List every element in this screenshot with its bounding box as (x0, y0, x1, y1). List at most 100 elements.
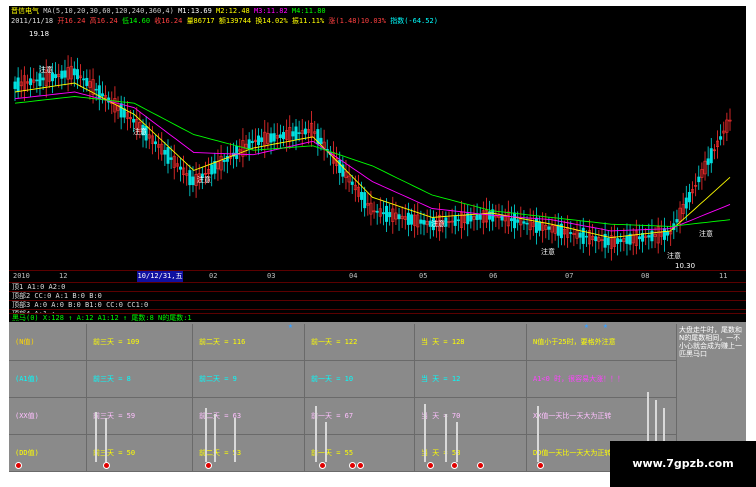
candle-body (16, 77, 20, 92)
candle-body (581, 227, 585, 244)
candle-body (525, 222, 529, 225)
stats-row-xx: (XX值) 前三天 = 59 前二天 = 63 前一天 = 67 当 天 = 7… (9, 398, 677, 435)
candle-body (319, 137, 323, 145)
candle-body (163, 149, 167, 155)
ma-m2-value: M2:12.48 (216, 7, 250, 15)
candle-body (647, 235, 651, 238)
candle-body (513, 212, 517, 229)
cell-note: A1<0 时，很容易大涨！！！ (527, 361, 677, 398)
attention-label: 注意 (197, 175, 211, 184)
attention-label: 注意 (699, 229, 713, 238)
stock-name[interactable]: 晋信电气 (11, 7, 39, 15)
candle-body (475, 214, 479, 221)
candle-body (350, 181, 354, 185)
histogram-bar (214, 414, 216, 462)
candle-body (29, 78, 33, 86)
chart-header-line2: 2011/11/18 开16.24 高16.24 低14.60 收16.24 量… (11, 17, 438, 26)
candle-body (594, 236, 598, 242)
time-label: 05 (419, 272, 428, 280)
candle-body (94, 88, 98, 91)
candle-body (706, 158, 710, 165)
candle-body (453, 215, 457, 226)
indicator-top1: 顶1 A1:0 A2:0 (9, 282, 746, 291)
histogram-bar (445, 414, 447, 462)
candle-body (154, 141, 158, 145)
time-label: 07 (565, 272, 574, 280)
candle-body (684, 197, 688, 209)
histogram-bar (95, 412, 97, 462)
candle-body (75, 69, 79, 80)
candle-body (381, 212, 385, 215)
cell-note: N值小于25时，要格外注意 (527, 324, 677, 361)
signal-dot (451, 462, 458, 469)
candle-body (41, 77, 45, 81)
candle-body (250, 140, 254, 144)
signal-dot (427, 462, 434, 469)
candle-body (625, 235, 629, 244)
candle-body (60, 70, 64, 79)
candle-body (606, 237, 610, 246)
candle-body (637, 236, 641, 240)
candle-body (578, 232, 582, 238)
signal-dot (103, 462, 110, 469)
candle-body (406, 212, 410, 225)
histogram-bar (456, 422, 458, 462)
candle-body (38, 73, 42, 87)
indicator-darkhorse: 黑马(0) X:128 ↑ A:12 A1:12 ↑ 尾数:8 N的尾数:1 (9, 313, 746, 322)
candle-body (478, 214, 482, 220)
candle-body (556, 224, 560, 236)
candle-body (619, 239, 623, 243)
candle-body (422, 220, 426, 225)
quote-close: 收16.24 (154, 17, 183, 25)
signal-dot (349, 462, 356, 469)
candle-body (188, 170, 192, 186)
cell-day1: 前一天 = 122 (305, 324, 415, 361)
quote-high: 高16.24 (89, 17, 118, 25)
candle-body (178, 166, 182, 170)
stats-row-n: (N值) 前三天 = 109 前二天 = 116 前一天 = 122 当 天 =… (9, 324, 677, 361)
attention-label: 注意 (39, 65, 53, 74)
candle-body (522, 221, 526, 224)
signal-dot (205, 462, 212, 469)
cell-day2: 前二天 = 63 (193, 398, 305, 435)
histogram-bar (205, 408, 207, 462)
ma-m3-value: M3:11.82 (253, 7, 288, 15)
high-price-label: 19.18 (29, 30, 49, 38)
signal-dot (357, 462, 364, 469)
attention-label: 注意 (541, 247, 555, 256)
quote-date: 2011/11/18 (11, 17, 54, 25)
row-label: (N值) (9, 324, 87, 361)
time-axis: 2010 12 10/12/31,五 02 03 04 05 06 07 08 … (9, 270, 746, 282)
candle-body (538, 221, 542, 231)
time-label: 08 (641, 272, 650, 280)
attention-label: 注意 (667, 251, 681, 260)
cell-day1: 前一天 = 10 (305, 361, 415, 398)
candle-body (257, 135, 261, 146)
histogram-bar (234, 418, 236, 462)
indicator-top3: 顶部3 A:0 A:0 B:0 B1:0 CC:0 CC1:0 (9, 300, 746, 309)
signal-dot (319, 462, 326, 469)
attention-label: 注意 (431, 219, 445, 228)
histogram-bar (325, 422, 327, 462)
candle-body (509, 218, 513, 222)
quote-open: 开16.24 (57, 17, 86, 25)
candle-body (235, 146, 239, 160)
candle-body (272, 133, 276, 142)
candle-body (260, 137, 264, 142)
signal-dot (477, 462, 484, 469)
candle-body (388, 212, 392, 218)
candle-body (662, 228, 666, 240)
time-label: 03 (267, 272, 276, 280)
candle-body (210, 164, 214, 175)
histogram-bar (315, 406, 317, 462)
watermark: www.7gpzb.com (610, 441, 756, 487)
candle-body (375, 210, 379, 213)
price-chart[interactable]: 19.1810.30注意注意注意注意注意 注意注意 (9, 26, 746, 270)
candle-body (82, 78, 86, 81)
attention-label: 注意 (133, 127, 147, 136)
selected-date[interactable]: 10/12/31,五 (137, 271, 183, 282)
cell-day0: 当 天 = 128 (415, 324, 527, 361)
candle-body (547, 226, 551, 230)
quote-amount: 额139744 (218, 17, 252, 25)
quote-index: 指数(-64.52) (390, 17, 438, 25)
